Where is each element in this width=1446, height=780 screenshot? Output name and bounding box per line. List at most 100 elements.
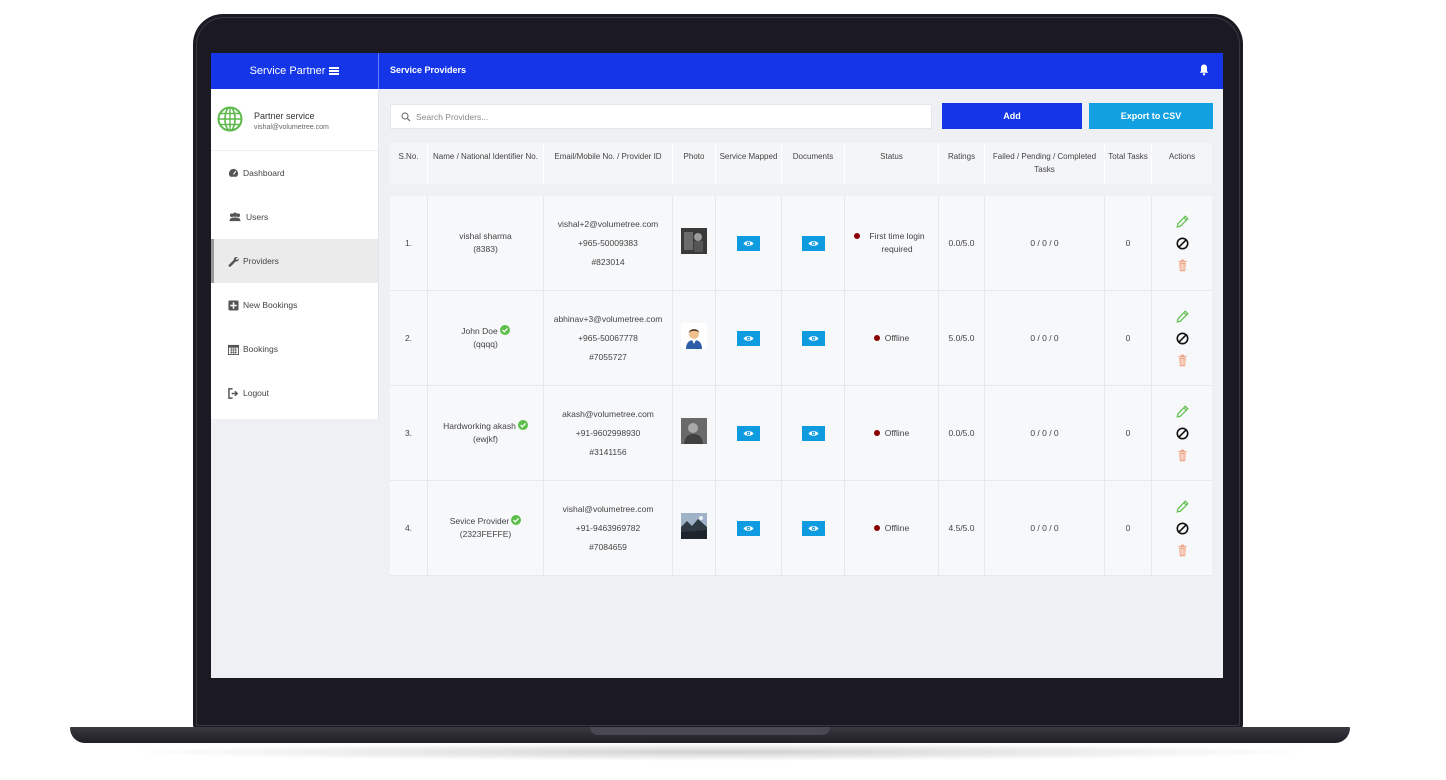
cell-total: 0: [1105, 196, 1152, 290]
export-csv-button[interactable]: Export to CSV: [1089, 103, 1213, 129]
add-button[interactable]: Add: [942, 103, 1082, 129]
sidebar-item-logout[interactable]: Logout: [211, 371, 378, 415]
cell-status: Offline: [845, 291, 939, 385]
cell-tasks: 0 / 0 / 0: [985, 196, 1105, 290]
cell-contact: vishal@volumetree.com +91-9463969782 #7084…: [544, 481, 673, 575]
search-input[interactable]: [416, 111, 896, 122]
national-id: (2323FEFFE): [459, 529, 512, 539]
row-number: 4.: [404, 522, 413, 533]
tasks-breakdown: 0 / 0 / 0: [1030, 427, 1059, 438]
cell-name: Hardworking akash (ewjkf): [428, 386, 544, 480]
status-text: Offline: [884, 332, 910, 343]
sidebar-item-dashboard[interactable]: Dashboard: [211, 151, 378, 195]
cell-tasks: 0 / 0 / 0: [985, 386, 1105, 480]
delete-trash-icon[interactable]: [1176, 354, 1189, 367]
brand-toggle[interactable]: Service Partner: [211, 53, 379, 89]
delete-trash-icon[interactable]: [1176, 449, 1189, 462]
total-tasks: 0: [1125, 427, 1131, 438]
cell-service-mapped: [716, 196, 782, 290]
header-total: Total Tasks: [1105, 143, 1152, 184]
provider-photo[interactable]: [681, 513, 707, 543]
verified-check-icon: [499, 325, 510, 335]
view-documents-eye-icon[interactable]: [801, 425, 825, 441]
cell-photo: [673, 196, 716, 290]
status-text: Offline: [884, 522, 910, 533]
block-icon[interactable]: [1176, 237, 1189, 250]
tasks-breakdown: 0 / 0 / 0: [1030, 237, 1059, 248]
globe-icon: [217, 106, 243, 132]
cell-photo: [673, 386, 716, 480]
profile-email: vishal@volumetree.com: [254, 124, 329, 131]
cell-sno: 2.: [390, 291, 428, 385]
cell-total: 0: [1105, 291, 1152, 385]
provider-email: akash@volumetree.com: [562, 408, 654, 419]
provider-id: #823014: [591, 256, 625, 267]
cell-rating: 5.0/5.0: [939, 291, 985, 385]
cell-actions: [1152, 386, 1212, 480]
cell-contact: abhinav+3@volumetree.com +965-50067778 #70…: [544, 291, 673, 385]
cell-actions: [1152, 196, 1212, 290]
logout-icon: [228, 387, 239, 399]
table-header: S.No. Name / National Identifier No. Ema…: [390, 143, 1212, 184]
cell-documents: [782, 196, 845, 290]
bell-icon[interactable]: [1199, 64, 1209, 76]
national-id: (8383): [473, 244, 498, 254]
provider-photo[interactable]: [681, 323, 707, 353]
cell-status: First time login required: [845, 196, 939, 290]
provider-id: #7084659: [589, 541, 627, 552]
sidebar-item-providers[interactable]: Providers: [211, 239, 378, 283]
sidebar-item-new-bookings[interactable]: New Bookings: [211, 283, 378, 327]
delete-trash-icon[interactable]: [1176, 259, 1189, 272]
row-number: 2.: [404, 332, 413, 343]
profile-name: Partner service: [254, 111, 315, 121]
sidebar-item-bookings[interactable]: Bookings: [211, 327, 378, 371]
provider-email: abhinav+3@volumetree.com: [553, 313, 663, 324]
table-body: 1. vishal sharma (8383) vishal+2@volumetree…: [390, 196, 1212, 576]
cell-rating: 4.5/5.0: [939, 481, 985, 575]
table-row: 4. Sevice Provider (2323FEFFE) vishal@volum…: [390, 481, 1212, 576]
tasks-breakdown: 0 / 0 / 0: [1030, 332, 1059, 343]
cell-service-mapped: [716, 481, 782, 575]
block-icon[interactable]: [1176, 332, 1189, 345]
sidebar: Partner service vishal@volumetree.com Da…: [211, 89, 379, 419]
view-services-eye-icon[interactable]: [737, 425, 760, 441]
edit-pencil-icon[interactable]: [1176, 214, 1189, 228]
cell-sno: 3.: [390, 386, 428, 480]
status-dot: [873, 334, 880, 341]
page-title: Service Providers: [390, 65, 467, 75]
cell-sno: 4.: [390, 481, 428, 575]
status-dot: [873, 429, 880, 436]
edit-pencil-icon[interactable]: [1176, 404, 1189, 418]
sidebar-item-label: New Bookings: [243, 300, 298, 310]
view-documents-eye-icon[interactable]: [801, 520, 825, 536]
national-id: (qqqq): [473, 339, 498, 349]
view-services-eye-icon[interactable]: [737, 235, 760, 251]
rating-value: 5.0/5.0: [948, 332, 975, 343]
sidebar-item-users[interactable]: Users: [211, 195, 378, 239]
view-documents-eye-icon[interactable]: [801, 330, 825, 346]
header-ratings: Ratings: [939, 143, 985, 184]
view-services-eye-icon[interactable]: [737, 330, 760, 346]
provider-id: #7055727: [589, 351, 627, 362]
hamburger-icon[interactable]: [329, 67, 340, 75]
cell-tasks: 0 / 0 / 0: [985, 291, 1105, 385]
provider-id: #3141156: [589, 446, 627, 457]
providers-table: S.No. Name / National Identifier No. Ema…: [390, 143, 1212, 576]
provider-photo[interactable]: [681, 228, 707, 258]
laptop-shadow: [120, 743, 1320, 761]
cell-actions: [1152, 291, 1212, 385]
view-services-eye-icon[interactable]: [737, 520, 760, 536]
block-icon[interactable]: [1176, 522, 1189, 535]
block-icon[interactable]: [1176, 427, 1189, 440]
provider-photo[interactable]: [681, 418, 707, 448]
sidebar-item-label: Logout: [243, 388, 269, 398]
edit-pencil-icon[interactable]: [1176, 499, 1189, 513]
delete-trash-icon[interactable]: [1176, 544, 1189, 557]
sidebar-item-label: Bookings: [243, 344, 278, 354]
cell-rating: 0.0/5.0: [939, 196, 985, 290]
rating-value: 0.0/5.0: [948, 427, 975, 438]
total-tasks: 0: [1125, 237, 1131, 248]
view-documents-eye-icon[interactable]: [801, 235, 825, 251]
edit-pencil-icon[interactable]: [1176, 309, 1189, 323]
cell-photo: [673, 291, 716, 385]
